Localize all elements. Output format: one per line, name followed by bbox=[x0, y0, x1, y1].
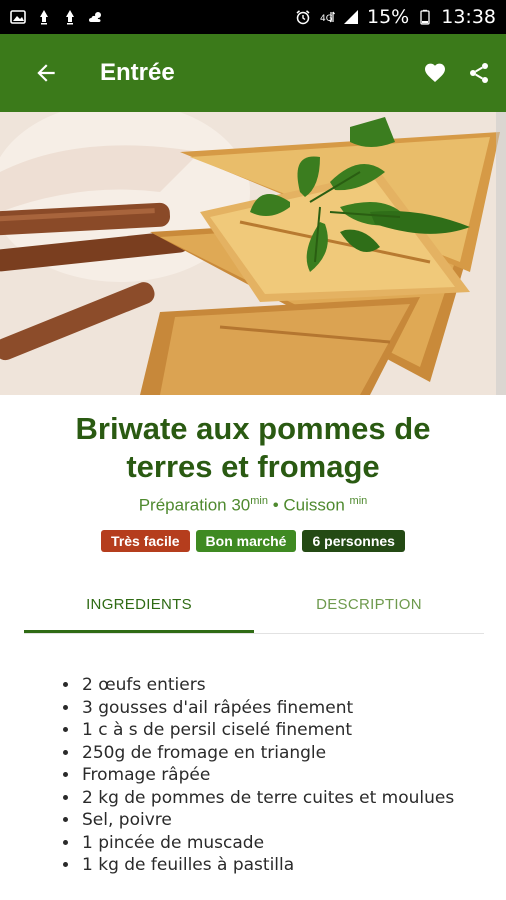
list-item: 3 gousses d'ail râpées finement bbox=[80, 697, 454, 720]
share-icon bbox=[470, 63, 488, 83]
cook-unit: min bbox=[349, 495, 368, 507]
prep-time: Préparation 30 bbox=[138, 495, 251, 515]
list-item: 250g de fromage en triangle bbox=[80, 742, 454, 765]
battery-icon bbox=[417, 9, 433, 25]
app-bar: Entrée bbox=[0, 34, 506, 112]
clock: 13:38 bbox=[441, 6, 496, 28]
gallery-icon bbox=[10, 9, 26, 25]
servings-badge: 6 personnes bbox=[302, 530, 405, 552]
recipe-timing: Préparation 30min • Cuisson min bbox=[0, 495, 506, 516]
notification-icon bbox=[62, 9, 78, 25]
tab-description[interactable]: DESCRIPTION bbox=[254, 575, 484, 633]
recipe-title: Briwate aux pommes de terres et fromage bbox=[0, 410, 506, 486]
list-item: 2 kg de pommes de terre cuites et moulue… bbox=[80, 787, 454, 810]
share-button[interactable] bbox=[462, 56, 496, 90]
list-item: Fromage râpée bbox=[80, 764, 454, 787]
recipe-title-line2: terres et fromage bbox=[126, 449, 380, 484]
tab-bar: INGREDIENTS DESCRIPTION bbox=[24, 575, 484, 634]
recipe-title-line1: Briwate aux pommes de bbox=[75, 411, 431, 446]
recipe-photo bbox=[0, 112, 506, 395]
status-left-icons bbox=[10, 9, 104, 25]
prep-unit: min bbox=[250, 495, 268, 507]
list-item: 1 c à s de persil ciselé finement bbox=[80, 719, 454, 742]
notification-icon bbox=[36, 9, 52, 25]
list-item: 2 œufs entiers bbox=[80, 674, 454, 697]
favorite-button[interactable] bbox=[418, 56, 452, 90]
arrow-left-icon bbox=[37, 64, 55, 82]
cloud-sun-icon bbox=[88, 9, 104, 25]
cook-time: Cuisson bbox=[283, 495, 350, 515]
list-item: Sel, poivre bbox=[80, 809, 454, 832]
recipe-badges: Très facile Bon marché 6 personnes bbox=[0, 530, 506, 552]
active-tab-indicator bbox=[24, 630, 254, 633]
list-item: 1 kg de feuilles à pastilla bbox=[80, 854, 454, 877]
back-button[interactable] bbox=[28, 55, 64, 91]
heart-icon bbox=[425, 63, 445, 82]
signal-icon bbox=[343, 9, 359, 25]
alarm-icon bbox=[295, 9, 311, 25]
status-bar: 4G 15% 13:38 bbox=[0, 0, 506, 34]
list-item: 1 pincée de muscade bbox=[80, 832, 454, 855]
cost-badge: Bon marché bbox=[195, 530, 297, 552]
difficulty-badge: Très facile bbox=[101, 530, 190, 552]
status-right: 4G 15% 13:38 bbox=[295, 6, 496, 28]
ingredients-list: 2 œufs entiers 3 gousses d'ail râpées fi… bbox=[60, 674, 454, 877]
screen-title: Entrée bbox=[100, 59, 175, 86]
timing-separator: • bbox=[267, 495, 284, 515]
tab-ingredients[interactable]: INGREDIENTS bbox=[24, 575, 254, 633]
data-4g-icon: 4G bbox=[319, 9, 335, 25]
battery-percent: 15% bbox=[367, 6, 410, 28]
